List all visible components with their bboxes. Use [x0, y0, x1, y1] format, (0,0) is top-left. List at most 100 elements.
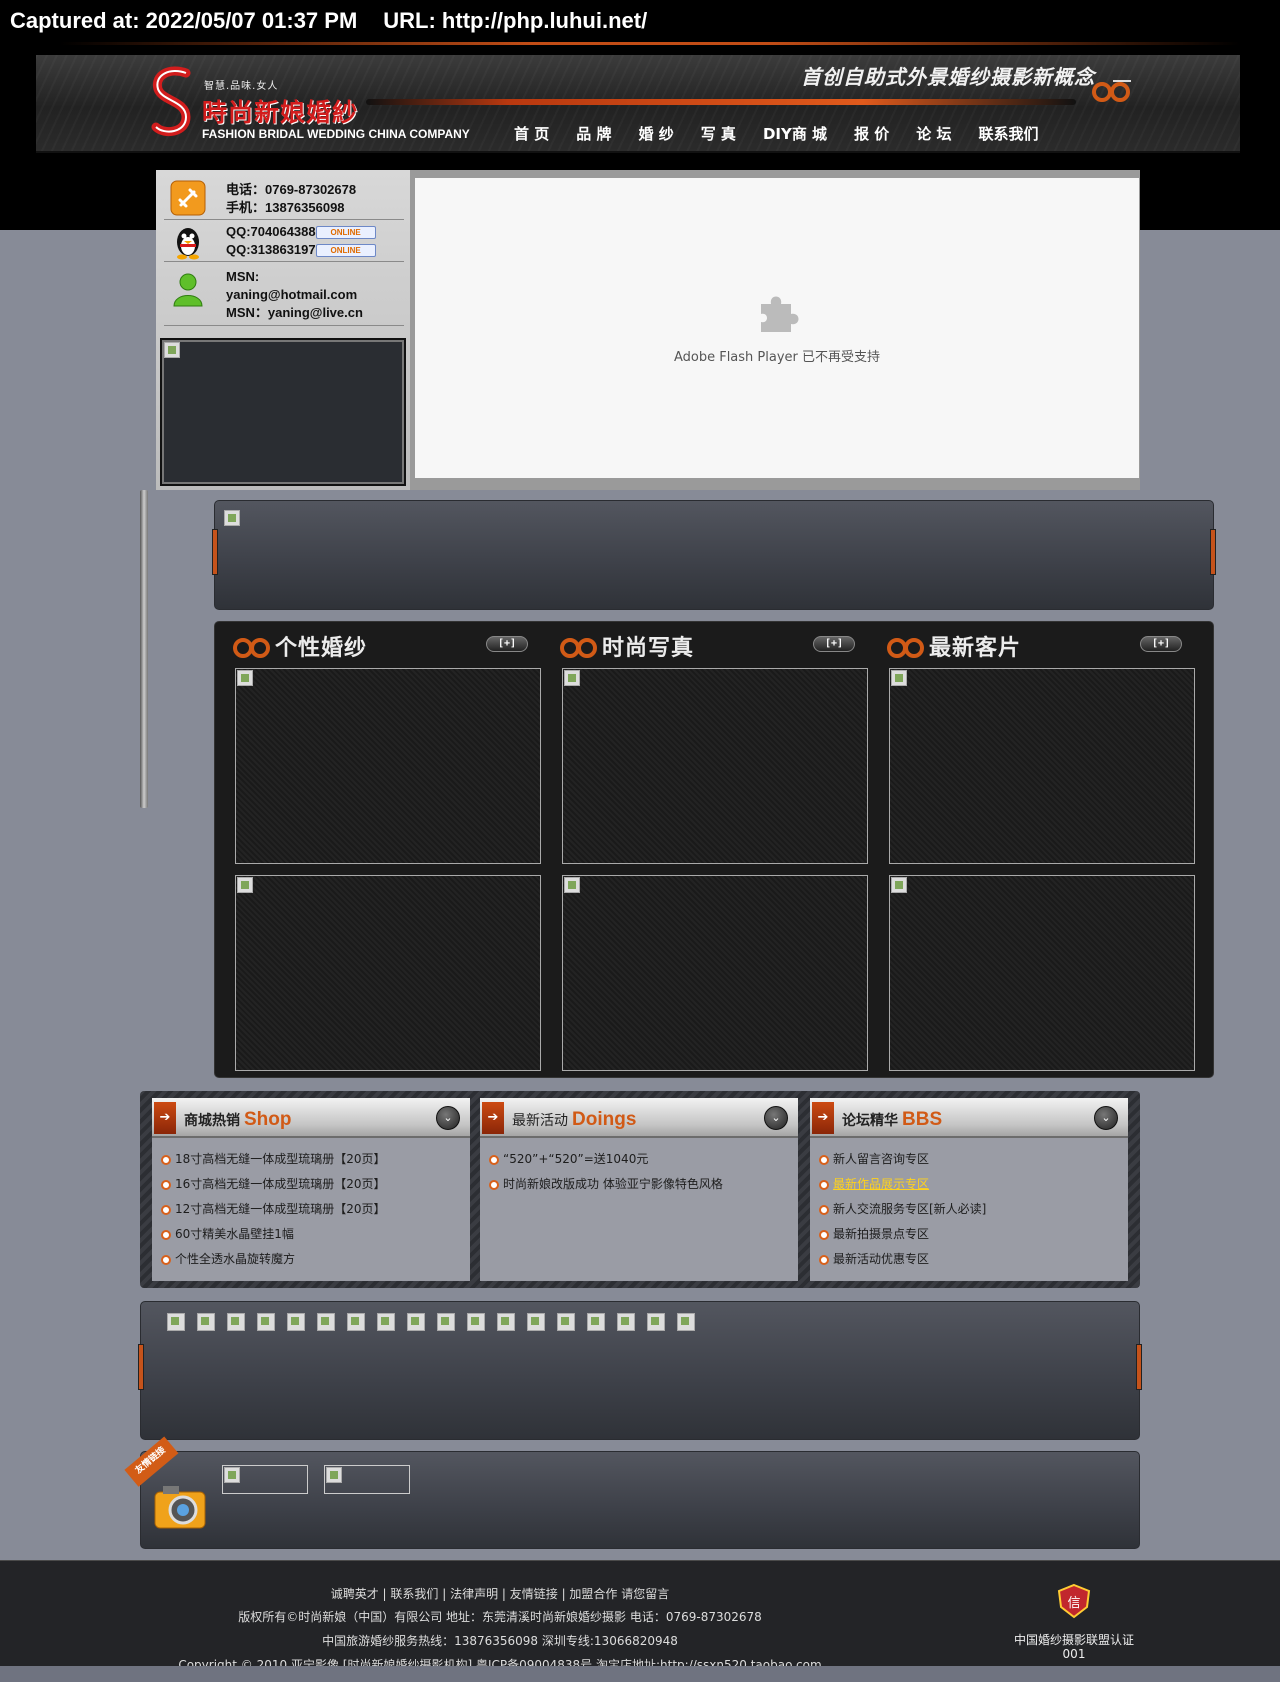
qq-online-badge-1[interactable]: ONLINE [315, 226, 376, 240]
strip-thumb[interactable] [197, 1313, 215, 1331]
footer-links[interactable]: 诚聘英才 | 联系我们 | 法律声明 | 友情链接 | 加盟合作 请您留言 [0, 1585, 1000, 1602]
info-title-cn: 商城热销 [184, 1113, 240, 1129]
strip-thumb[interactable] [497, 1313, 515, 1331]
nav-contact[interactable]: 联系我们 [979, 123, 1039, 144]
gallery-thumb[interactable] [562, 875, 868, 1071]
flash-player-area[interactable]: Adobe Flash Player 已不再受支持 [415, 178, 1139, 478]
broken-image-icon [891, 877, 907, 893]
strip-prev-tab[interactable] [138, 1344, 144, 1390]
list-item[interactable]: “520”+“520”=送1040元 [488, 1150, 723, 1175]
strip-thumb[interactable] [347, 1313, 365, 1331]
gallery-title[interactable]: 最新客片 [929, 630, 1021, 662]
bottom-bar [0, 1666, 1280, 1682]
list-item-highlighted[interactable]: 最新作品展示专区 [818, 1175, 986, 1200]
camera-icon [154, 1486, 206, 1529]
footer-hotline: 中国旅游婚纱服务热线：13876356098 深圳专线:13066820948 [322, 1634, 678, 1648]
list-item[interactable]: 60寸精美水晶壁挂1幅 [160, 1225, 386, 1250]
gallery-heading: 最新客片 [887, 630, 1021, 662]
strip-thumb[interactable] [317, 1313, 335, 1331]
info-title-cn: 论坛精华 [842, 1113, 898, 1129]
strip-thumb[interactable] [677, 1313, 695, 1331]
msn-email-1[interactable]: yaning@hotmail.com [226, 286, 363, 304]
banner-prev-tab[interactable] [212, 529, 218, 575]
seal-char: 信 [1067, 1596, 1080, 1611]
chevron-down-icon[interactable]: ⌄ [436, 1106, 460, 1130]
phone-number: 电话：0769-87302678 [226, 182, 357, 197]
gallery-title[interactable]: 个性婚纱 [275, 630, 367, 662]
gallery-thumb[interactable] [562, 668, 868, 864]
list-item[interactable]: 新人留言咨询专区 [818, 1150, 986, 1175]
flash-unsupported-message: Adobe Flash Player 已不再受支持 [673, 350, 881, 365]
more-button[interactable]: [+] [486, 636, 528, 652]
broken-image-icon [237, 877, 253, 893]
strip-thumb[interactable] [467, 1313, 485, 1331]
certification-text: 中国婚纱摄影联盟认证 001 [1008, 1633, 1140, 1661]
strip-thumb[interactable] [437, 1313, 455, 1331]
strip-thumb[interactable] [647, 1313, 665, 1331]
msn-user-icon [173, 273, 203, 307]
logo-tagline: 智慧.品味.女人 [204, 81, 279, 92]
logo-s-icon[interactable] [146, 65, 198, 139]
list-item[interactable]: 时尚新娘改版成功 体验亚宁影像特色风格 [488, 1175, 723, 1200]
strip-thumb[interactable] [167, 1313, 185, 1331]
contact-msn-row: MSN: yaning@hotmail.com MSN：yaning@live.… [164, 262, 404, 326]
qq-number-1: QQ:704064388 [226, 224, 316, 239]
chevron-down-icon[interactable]: ⌄ [1094, 1106, 1118, 1130]
cert-line-2: 001 [1062, 1647, 1086, 1661]
logo-title[interactable]: 時尚新娘婚紗 [202, 93, 358, 129]
list-item[interactable]: 最新活动优惠专区 [818, 1250, 986, 1275]
list-item[interactable]: 个性全透水晶旋转魔方 [160, 1250, 386, 1275]
broken-image-icon [224, 1467, 240, 1483]
friend-link-1[interactable] [222, 1465, 308, 1494]
strip-thumb[interactable] [377, 1313, 395, 1331]
list-item[interactable]: 最新拍摄景点专区 [818, 1225, 986, 1250]
list-item[interactable]: 18寸高档无缝一体成型琉璃册【20页】 [160, 1150, 386, 1175]
more-button[interactable]: [+] [1140, 636, 1182, 652]
gallery-thumb[interactable] [889, 875, 1195, 1071]
gallery-thumb[interactable] [235, 668, 541, 864]
slogan-underline [366, 99, 1076, 105]
msn-label: MSN: [226, 269, 260, 284]
gallery-thumb[interactable] [889, 668, 1195, 864]
main-nav: 首 页 品 牌 婚 纱 写 真 DIY商 城 报 价 论 坛 联系我们 [514, 123, 1066, 144]
strip-thumb[interactable] [557, 1313, 575, 1331]
info-column-doings: ➔ 最新活动 Doings ⌄ “520”+“520”=送1040元 时尚新娘改版… [480, 1098, 798, 1281]
list-item[interactable]: 新人交流服务专区[新人必读] [818, 1200, 986, 1225]
gallery-title[interactable]: 时尚写真 [602, 630, 694, 662]
banner-next-tab[interactable] [1210, 529, 1216, 575]
strip-thumb[interactable] [257, 1313, 275, 1331]
cert-line-1: 中国婚纱摄影联盟认证 [1013, 1633, 1134, 1647]
list-item[interactable]: 12寸高档无缝一体成型琉璃册【20页】 [160, 1200, 386, 1225]
strip-thumb[interactable] [407, 1313, 425, 1331]
nav-home[interactable]: 首 页 [514, 123, 549, 144]
header-slogan: 首创自助式外景婚纱摄影新概念 [801, 65, 1095, 89]
more-button[interactable]: [+] [813, 636, 855, 652]
qq-online-badge-2[interactable]: ONLINE [315, 244, 376, 258]
strip-thumb[interactable] [287, 1313, 305, 1331]
strip-thumb[interactable] [527, 1313, 545, 1331]
strip-next-tab[interactable] [1136, 1344, 1142, 1390]
strip-thumb[interactable] [617, 1313, 635, 1331]
chevron-down-icon[interactable]: ⌄ [764, 1106, 788, 1130]
nav-diy-shop[interactable]: DIY商 城 [763, 123, 827, 144]
contact-image-placeholder [160, 338, 406, 486]
list-item[interactable]: 16寸高档无缝一体成型琉璃册【20页】 [160, 1175, 386, 1200]
info-title-en: BBS [902, 1109, 943, 1130]
capture-url: URL: http://php.luhui.net/ [383, 8, 648, 33]
strip-thumb[interactable] [227, 1313, 245, 1331]
friend-link-2[interactable] [324, 1465, 410, 1494]
nav-portrait[interactable]: 写 真 [701, 123, 736, 144]
gallery-thumb[interactable] [235, 875, 541, 1071]
gallery-panel: 个性婚纱 [+] 时尚写真 [+] 最新客片 [+] [214, 621, 1214, 1078]
qq-number-2: QQ:313863197 [226, 242, 316, 257]
msn-email-2[interactable]: MSN：yaning@live.cn [226, 304, 363, 322]
capture-time: Captured at: 2022/05/07 01:37 PM [10, 8, 358, 33]
strip-thumb[interactable] [587, 1313, 605, 1331]
nav-pricing[interactable]: 报 价 [854, 123, 889, 144]
broken-image-icon [564, 877, 580, 893]
broken-image-icon [564, 670, 580, 686]
nav-forum[interactable]: 论 坛 [916, 123, 951, 144]
certification-shield-icon[interactable]: 信 [1056, 1583, 1092, 1619]
nav-brand[interactable]: 品 牌 [576, 123, 611, 144]
nav-wedding-dress[interactable]: 婚 纱 [638, 123, 673, 144]
